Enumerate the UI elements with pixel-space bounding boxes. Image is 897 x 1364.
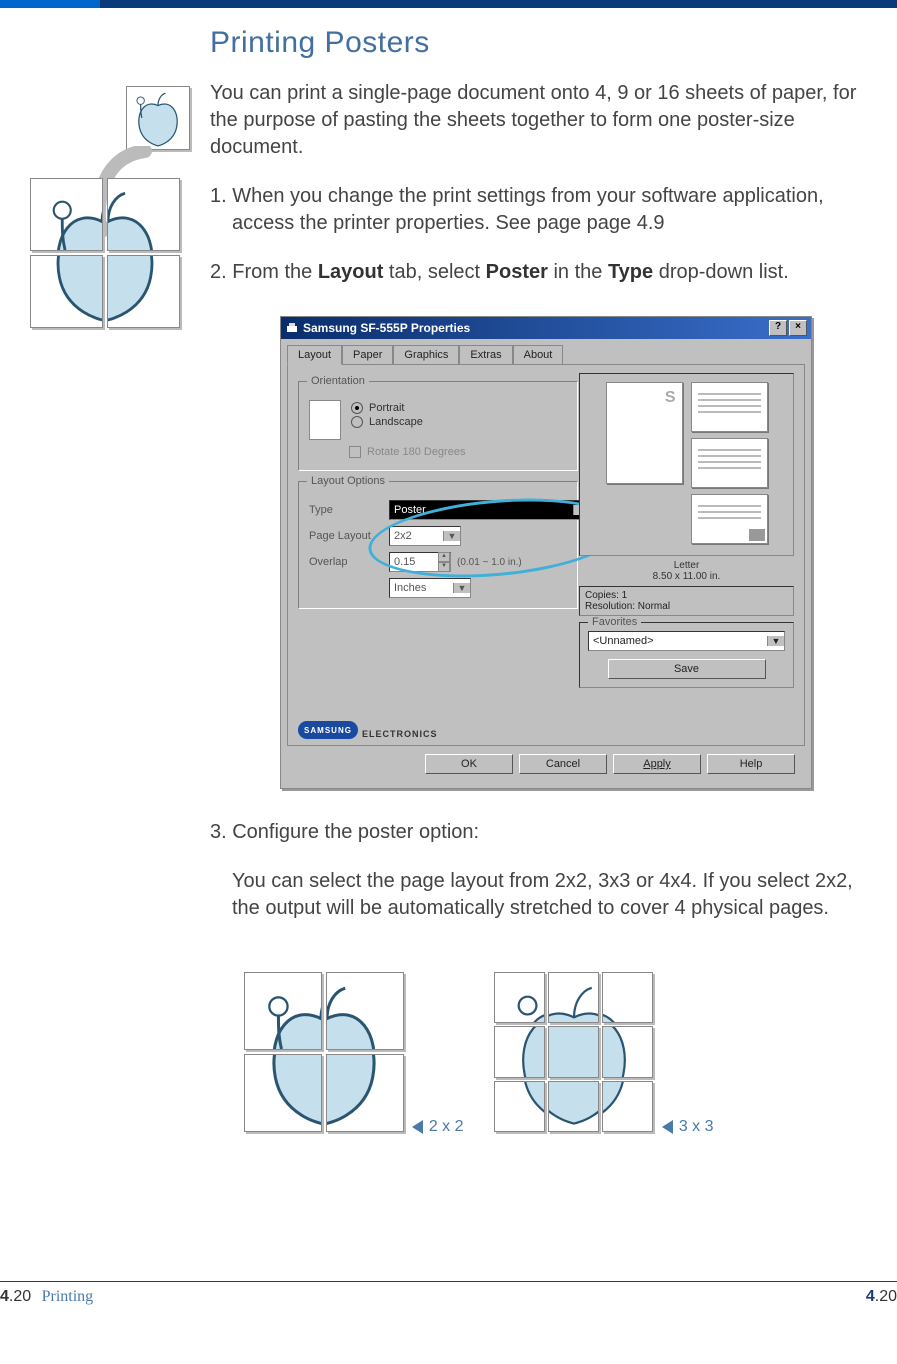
label-2x2: 2 x 2 <box>412 1118 464 1136</box>
favorites-group: Favorites <Unnamed> ▼ Save <box>579 622 794 688</box>
favorites-label: Favorites <box>588 616 641 628</box>
preview-paper-label: Letter <box>579 560 794 571</box>
preview-meta: Copies: 1 Resolution: Normal <box>579 586 794 616</box>
side-illustration <box>30 86 190 328</box>
dialog-tabs: Layout Paper Graphics Extras About <box>287 345 805 365</box>
unit-dropdown[interactable]: Inches ▼ <box>389 578 471 598</box>
preview-size-label: 8.50 x 11.00 in. <box>579 571 794 582</box>
step-3: 3. Configure the poster option: <box>210 819 867 846</box>
checkbox-rotate-180[interactable]: Rotate 180 Degrees <box>349 446 567 458</box>
dialog-button-row: OK Cancel Apply Help <box>287 746 805 782</box>
orientation-group: Orientation Portrait Landscape <box>298 381 578 471</box>
footer-left: 4.20 Printing <box>0 1288 93 1306</box>
radio-portrait[interactable]: Portrait <box>351 402 423 414</box>
chevron-down-icon: ▼ <box>443 531 460 541</box>
preview-panel: S <box>579 373 794 688</box>
favorites-save-button[interactable]: Save <box>608 659 766 679</box>
tab-extras[interactable]: Extras <box>459 345 512 365</box>
ok-button[interactable]: OK <box>425 754 513 774</box>
overlap-unit: (0.01 ~ 1.0 in.) <box>457 557 522 568</box>
step-1: 1. When you change the print settings fr… <box>210 183 867 237</box>
preview-thumb-3 <box>691 494 768 544</box>
triangle-left-icon <box>412 1120 423 1134</box>
tab-body: Orientation Portrait Landscape <box>287 364 805 746</box>
example-3x3: 3 x 3 <box>494 972 654 1132</box>
triangle-left-icon <box>662 1120 673 1134</box>
help-button[interactable]: Help <box>707 754 795 774</box>
tab-layout[interactable]: Layout <box>287 345 342 365</box>
apply-button[interactable]: Apply <box>613 754 701 774</box>
step-2: 2. From the Layout tab, select Poster in… <box>210 259 867 286</box>
cancel-button[interactable]: Cancel <box>519 754 607 774</box>
chevron-down-icon: ▼ <box>767 636 784 646</box>
type-dropdown[interactable]: Poster ▼ <box>389 500 591 520</box>
overlap-label: Overlap <box>309 556 389 568</box>
apple-icon <box>127 87 189 149</box>
favorites-dropdown[interactable]: <Unnamed> ▼ <box>588 631 785 651</box>
layout-options-label: Layout Options <box>307 475 389 487</box>
preview-thumb-1 <box>691 382 768 432</box>
preview-box: S <box>579 373 794 556</box>
small-poster-tile <box>126 86 190 150</box>
label-3x3: 3 x 3 <box>662 1118 714 1136</box>
chevron-down-icon: ▼ <box>453 583 470 593</box>
help-button[interactable]: ? <box>769 320 787 336</box>
step-3-detail: You can select the page layout from 2x2,… <box>210 868 867 922</box>
page-top-border <box>0 0 897 8</box>
tab-graphics[interactable]: Graphics <box>393 345 459 365</box>
copies-label: Copies: 1 <box>585 590 788 601</box>
close-button[interactable]: × <box>789 320 807 336</box>
preview-thumb-2 <box>691 438 768 488</box>
type-label: Type <box>309 504 389 516</box>
preview-page-1: S <box>606 382 683 484</box>
dialog-title: Samsung SF-555P Properties <box>303 321 470 335</box>
layout-options-group: Layout Options Type Poster ▼ Page Layout <box>298 481 578 609</box>
radio-landscape[interactable]: Landscape <box>351 416 423 428</box>
example-2x2: 2 x 2 <box>244 972 404 1132</box>
dialog-titlebar: Samsung SF-555P Properties ? × <box>281 317 811 339</box>
tab-about[interactable]: About <box>513 345 564 365</box>
orientation-preview-icon <box>309 400 341 440</box>
overlap-spinner[interactable]: 0.15 ▲▼ <box>389 552 451 572</box>
page-layout-dropdown[interactable]: 2x2 ▼ <box>389 526 461 546</box>
orientation-label: Orientation <box>307 375 369 387</box>
page-layout-label: Page Layout <box>309 530 389 542</box>
layout-examples: 2 x 2 3 x 3 <box>20 972 877 1132</box>
body-text: You can print a single-page document ont… <box>210 80 867 286</box>
page-content: Printing Posters You can print a single-… <box>0 16 897 1316</box>
footer-right: 4.20 <box>866 1288 897 1306</box>
brand-logo: SAMSUNG ELECTRONICS <box>298 721 438 739</box>
tab-paper[interactable]: Paper <box>342 345 393 365</box>
page-footer: 4.20 Printing 4.20 <box>0 1281 897 1306</box>
intro-paragraph: You can print a single-page document ont… <box>210 80 867 161</box>
printer-icon <box>285 321 299 335</box>
resolution-label: Resolution: Normal <box>585 601 788 612</box>
page-heading: Printing Posters <box>210 26 877 60</box>
body-text-2: 3. Configure the poster option: You can … <box>210 819 867 922</box>
properties-dialog: Samsung SF-555P Properties ? × Layout Pa… <box>280 316 812 789</box>
